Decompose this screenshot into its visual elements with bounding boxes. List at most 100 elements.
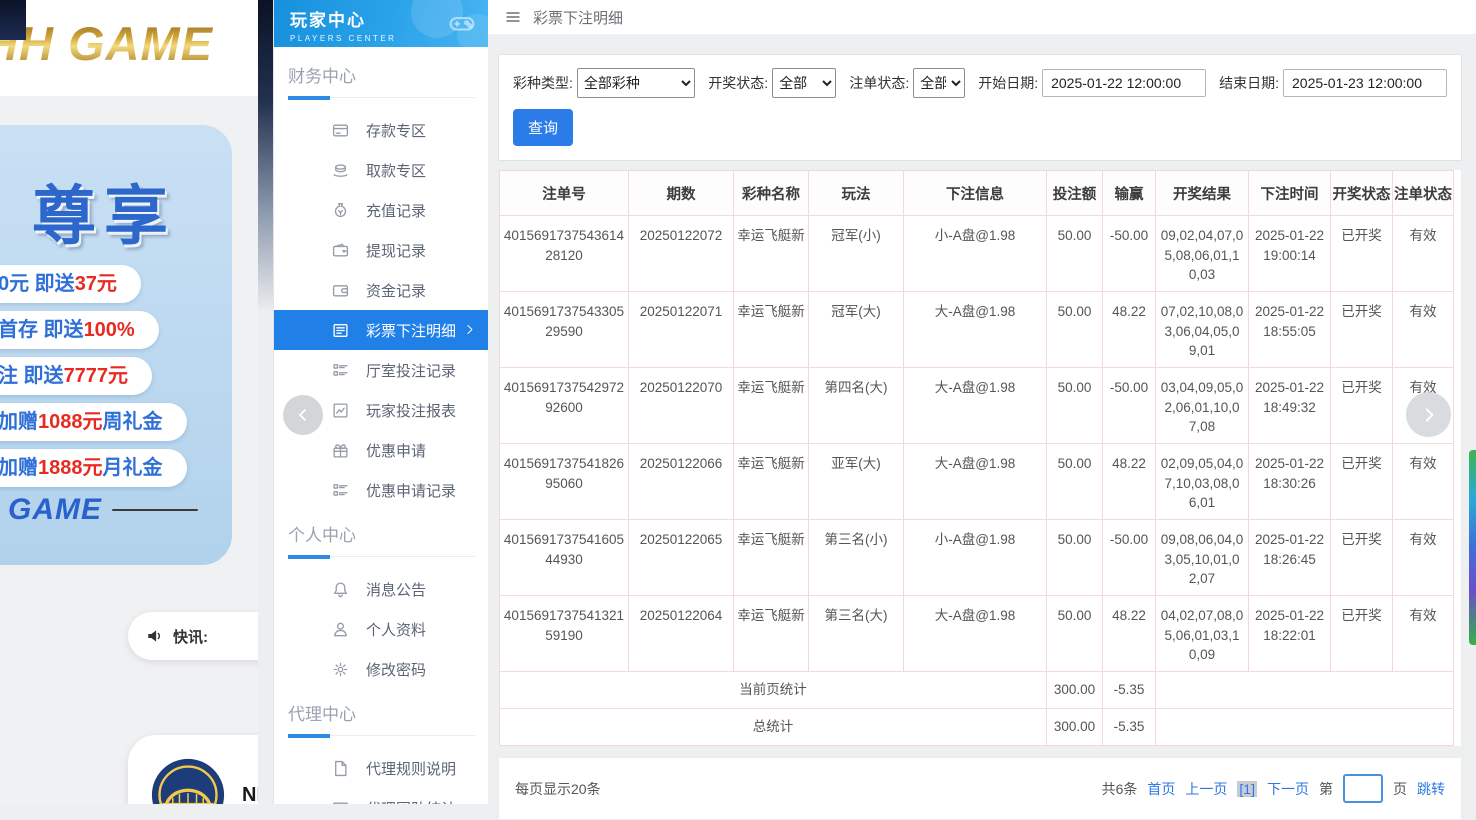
sidebar-item[interactable]: 优惠申请记录 [274, 470, 489, 510]
sidebar-item-label: 玩家投注报表 [366, 402, 457, 420]
topbar: 彩票下注明细 [488, 0, 1476, 34]
cell-draw-status: 已开奖 [1330, 595, 1393, 672]
chevron-left-icon [295, 407, 311, 423]
table-body: 401569173754361428120 20250122072 幸运飞艇新 冠军(… [499, 215, 1454, 746]
end-date-input[interactable] [1283, 69, 1447, 97]
sidebar-item[interactable]: 资金记录 [274, 270, 489, 310]
cell-order-no: 401569173754182695060 [499, 443, 629, 520]
promo-footer-dash [112, 509, 198, 511]
bet-status-label: 注单状态: [849, 75, 910, 91]
summary-label: 总统计 [499, 708, 1047, 746]
cell-draw-status: 已开奖 [1330, 291, 1393, 368]
cell-bet-info: 大-A盘@1.98 [903, 367, 1047, 444]
draw-status-label: 开奖状态: [708, 75, 769, 91]
withdraw-icon [332, 162, 349, 179]
sidebar-item[interactable]: 存款专区 [274, 110, 489, 150]
filter-row: 彩种类型: 全部彩种 开奖状态: 全部 注单状态: 全部 开始日期: 结束日期 [513, 68, 1447, 98]
total-summary-row: 总统计 300.00 -5.35 [499, 708, 1454, 746]
sidebar-item-label: 资金记录 [366, 282, 427, 300]
cell-order-no: 401569173754297292600 [499, 367, 629, 444]
next-page-link[interactable]: 下一页 [1267, 779, 1309, 799]
query-button[interactable]: 查询 [513, 109, 574, 146]
cell-period: 20250122072 [628, 215, 734, 292]
sidebar-item[interactable]: 厅室投注记录 [274, 350, 489, 390]
sidebar-item[interactable]: 代理团队统计 [274, 788, 489, 804]
sidebar-item[interactable]: 个人资料 [274, 609, 489, 649]
cell-period: 20250122065 [628, 519, 734, 596]
cell-win-loss: -50.00 [1102, 215, 1156, 292]
sidebar-item-label: 取款专区 [366, 162, 427, 180]
start-date-label: 开始日期: [978, 75, 1039, 91]
cell-draw-result: 09,08,06,04,03,05,10,01,02,07 [1155, 519, 1249, 596]
column-header-order-no: 注单号 [499, 170, 629, 216]
gear-icon [332, 661, 349, 678]
sidebar-item[interactable]: 消息公告 [274, 569, 489, 609]
news-ticker: 快讯: ❤ [128, 612, 258, 660]
lottery-type-select[interactable]: 全部彩种 [576, 68, 696, 98]
sidebar-item[interactable]: 提现记录 [274, 230, 489, 270]
cell-draw-result: 09,02,04,07,05,08,06,01,10,03 [1155, 215, 1249, 292]
section-divider [288, 554, 475, 559]
jump-page-input[interactable] [1343, 774, 1383, 803]
news-card[interactable]: NE [128, 735, 258, 804]
sidebar-item[interactable]: 充值记录 [274, 190, 489, 230]
cell-bet-info: 小-A盘@1.98 [903, 215, 1047, 292]
cell-bet-amount: 50.00 [1046, 291, 1103, 368]
customer-service-widget[interactable] [1469, 450, 1476, 645]
menu-icon[interactable] [505, 9, 521, 25]
cell-draw-result: 03,04,09,05,02,06,01,10,07,08 [1155, 367, 1249, 444]
sidebar-item-label: 提现记录 [366, 242, 427, 260]
table-header-row: 注单号 期数 彩种名称 玩法 下注信息 投注额 输赢 开奖结果 下注时间 开奖状态 注单状态 [499, 170, 1454, 216]
bell-icon [332, 581, 349, 598]
jump-prefix-label: 第 [1319, 780, 1333, 797]
column-header-period: 期数 [628, 170, 734, 216]
promo-pill-text: 100% [83, 319, 135, 341]
column-header-play-type: 玩法 [808, 170, 904, 216]
sidebar-item[interactable]: 彩票下注明细 [274, 310, 489, 350]
summary-win-loss: -5.35 [1102, 671, 1156, 709]
sidebar-item-label: 充值记录 [366, 202, 427, 220]
draw-status-select[interactable]: 全部 [772, 68, 837, 98]
cell-draw-result: 02,09,05,04,07,10,03,08,06,01 [1155, 443, 1249, 520]
background-corner [0, 0, 26, 40]
cell-draw-result: 04,02,07,08,05,06,01,03,10,09 [1155, 595, 1249, 672]
bet-status-select[interactable]: 全部 [913, 68, 966, 98]
cell-play-type: 亚军(大) [808, 443, 904, 520]
chevron-right-icon [463, 323, 476, 336]
carousel-next-button[interactable] [1406, 392, 1451, 437]
start-date-input[interactable] [1042, 69, 1207, 97]
summary-label: 当前页统计 [499, 671, 1047, 709]
sidebar-section-heading: 代理中心 [288, 705, 356, 724]
sidebar-item-label: 消息公告 [366, 581, 427, 599]
promo-pill: 注 即送7777元 [0, 357, 153, 395]
cell-bet-time: 2025-01-22 18:26:45 [1248, 519, 1331, 596]
lottery-type-label: 彩种类型: [513, 75, 573, 91]
sidebar-item[interactable]: 代理规则说明 [274, 748, 489, 788]
cell-lottery-name: 幸运飞艇新 [733, 367, 809, 444]
cell-lottery-name: 幸运飞艇新 [733, 519, 809, 596]
team-stats-icon [332, 800, 349, 805]
column-header-bet-amount: 投注额 [1046, 170, 1103, 216]
sidebar-item[interactable]: 取款专区 [274, 150, 489, 190]
column-header-lottery-name: 彩种名称 [733, 170, 809, 216]
sidebar-item[interactable]: 修改密码 [274, 649, 489, 689]
collapse-sidebar-button[interactable] [283, 395, 323, 435]
table-row: 401569173754361428120 20250122072 幸运飞艇新 冠军(… [499, 215, 1454, 292]
cell-order-no: 401569173754132159190 [499, 595, 629, 672]
cell-bet-time: 2025-01-22 18:55:05 [1248, 291, 1331, 368]
total-count-text: 共6条 [1101, 780, 1138, 797]
pagination-bar: 每页显示20条 共6条 首页 上一页 [1] 下一页 第 页 跳转 [498, 757, 1462, 820]
cell-bet-time: 2025-01-22 18:49:32 [1248, 367, 1331, 444]
page-size-text: 每页显示20条 [515, 780, 601, 797]
column-header-bet-info: 下注信息 [903, 170, 1047, 216]
first-page-link[interactable]: 首页 [1147, 779, 1175, 799]
cell-period: 20250122066 [628, 443, 734, 520]
ticker-label: 快讯: [173, 628, 208, 646]
prev-page-link[interactable]: 上一页 [1185, 779, 1227, 799]
sidebar-item[interactable]: 优惠申请 [274, 430, 489, 470]
jump-button[interactable]: 跳转 [1417, 779, 1445, 799]
recharge-record-icon [332, 202, 349, 219]
promo-banner[interactable]: 尊享 0元 即送37元 首存 即送100% 注 即送7777元 加赠1088元周礼金加… [0, 125, 232, 565]
sidebar-item-label: 彩票下注明细 [366, 322, 457, 340]
column-header-draw-result: 开奖结果 [1155, 170, 1249, 216]
